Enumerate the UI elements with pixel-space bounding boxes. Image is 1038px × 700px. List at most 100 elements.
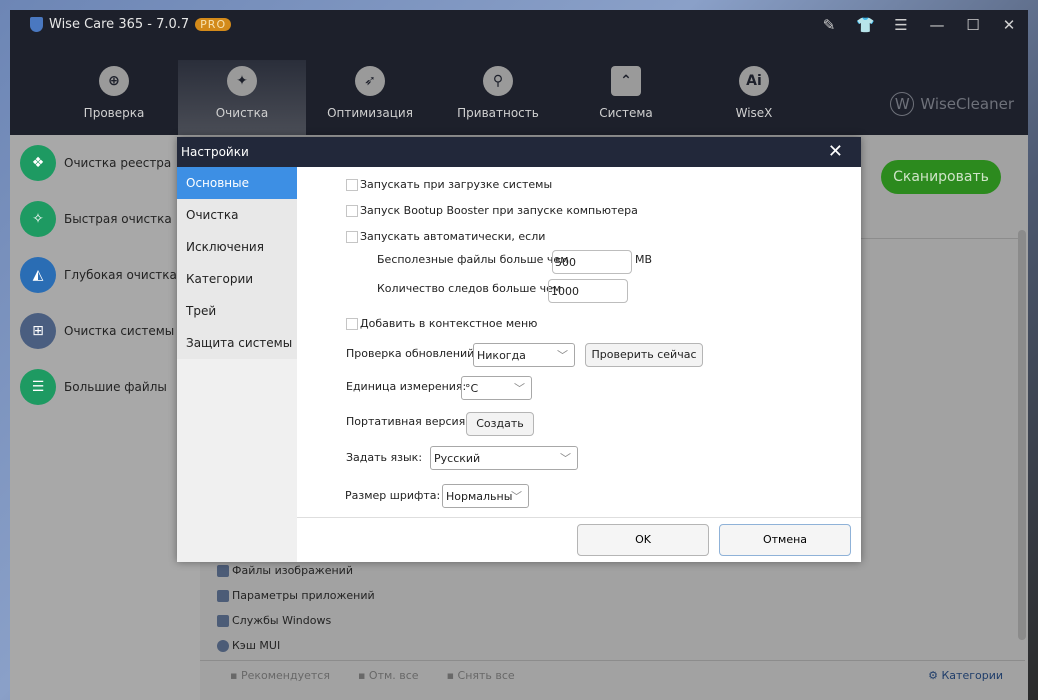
settings-tab-exclusions[interactable]: Исключения <box>177 231 297 263</box>
sidebar-item-deep[interactable]: ◭ Глубокая очистка <box>10 247 200 303</box>
list-item[interactable]: Параметры приложений <box>217 583 375 608</box>
category-list: Файлы изображений Параметры приложений С… <box>217 558 375 658</box>
app-title-text: Wise Care 365 - 7.0.7 <box>49 17 190 32</box>
settings-nav: Основные Очистка Исключения Категории Тр… <box>177 167 297 562</box>
settings-content: Запускать при загрузке системы Запуск Bo… <box>297 167 861 517</box>
gear-icon: ⚙ <box>928 669 938 682</box>
close-icon[interactable]: ✕ <box>828 137 843 167</box>
checkbox-label: Добавить в контекстное меню <box>360 317 538 330</box>
traces-threshold-label: Количество следов больше чем <box>377 282 562 295</box>
categories-link[interactable]: ⚙ Категории <box>928 669 1003 682</box>
menu-icon[interactable]: ☰ <box>892 16 910 34</box>
deselect-all-link[interactable]: ▪ Снять все <box>447 669 515 682</box>
app-title: Wise Care 365 - 7.0.7 PRO <box>30 17 232 32</box>
bottom-bar: ▪ Рекомендуется ▪ Отм. все ▪ Снять все ⚙… <box>200 660 1025 690</box>
sidebar-label: Быстрая очистка <box>64 212 172 226</box>
sidebar-item-system[interactable]: ⊞ Очистка системы <box>10 303 200 359</box>
chevron-down-icon: ﹀ <box>560 452 571 465</box>
windows-icon: ⊞ <box>20 313 56 349</box>
close-icon[interactable]: ✕ <box>1000 16 1018 34</box>
brand-mark: W <box>890 92 915 116</box>
list-item[interactable]: Службы Windows <box>217 608 375 633</box>
sidebar-item-quick[interactable]: ✧ Быстрая очистка <box>10 191 200 247</box>
wisecleaner-logo[interactable]: W WiseCleaner <box>890 92 1014 116</box>
tab-privacy[interactable]: ⚲ Приватность <box>434 60 562 135</box>
vacuum-icon: ◭ <box>20 257 56 293</box>
select-value: Русский <box>434 452 481 465</box>
target-icon: ⊕ <box>99 66 129 96</box>
settings-dialog: Настройки ✕ Основные Очистка Исключения … <box>177 137 861 562</box>
list-item[interactable]: Кэш MUI <box>217 633 375 658</box>
traces-threshold-input[interactable]: 1000 <box>548 279 628 303</box>
windows-icon <box>217 614 229 627</box>
feedback-icon[interactable]: ✎ <box>820 16 838 34</box>
broom-icon: ✦ <box>227 66 257 96</box>
unit-label: Единица измерения: <box>346 380 467 393</box>
recommended-label: Рекомендуется <box>240 669 330 682</box>
tab-label: Приватность <box>457 106 539 120</box>
list-item-label: Файлы изображений <box>232 564 353 577</box>
dialog-titlebar: Настройки ✕ <box>177 137 861 167</box>
update-frequency-select[interactable]: Никогда ﹀ <box>473 343 575 367</box>
cancel-button[interactable]: Отмена <box>719 524 851 556</box>
portable-label: Портативная версия <box>346 415 466 428</box>
app-settings-icon <box>217 589 229 602</box>
dialog-title: Настройки <box>181 145 249 159</box>
minimize-icon[interactable]: — <box>928 16 946 34</box>
sidebar-label: Очистка системы <box>64 324 175 338</box>
app-logo-icon <box>30 17 43 32</box>
pro-badge: PRO <box>195 18 232 31</box>
sidebar-label: Очистка реестра <box>64 156 172 170</box>
bootup-booster-checkbox[interactable]: Запуск Bootup Booster при запуске компью… <box>346 204 638 217</box>
tab-clean[interactable]: ✦ Очистка <box>178 60 306 135</box>
tab-optimize[interactable]: ➶ Оптимизация <box>306 60 434 135</box>
rocket-icon: ➶ <box>355 66 385 96</box>
checkbox-box <box>346 178 358 191</box>
checkbox-box <box>346 230 358 243</box>
list-item-label: Службы Windows <box>232 614 332 627</box>
auto-run-checkbox[interactable]: Запускать автоматически, если <box>346 230 545 243</box>
cache-icon <box>217 639 229 652</box>
categories-label: Категории <box>941 669 1003 682</box>
header: Wise Care 365 - 7.0.7 PRO ✎ 👕 ☰ — ☐ ✕ ⊕ П… <box>10 10 1028 135</box>
junk-unit-label: MB <box>635 253 653 266</box>
junk-threshold-label: Бесполезные файлы больше чем <box>377 253 569 266</box>
autostart-checkbox[interactable]: Запускать при загрузке системы <box>346 178 552 191</box>
select-value: Нормальны <box>446 490 513 503</box>
file-list-icon: ☰ <box>20 369 56 405</box>
recommended-link[interactable]: ▪ Рекомендуется <box>230 669 330 682</box>
settings-tab-categories[interactable]: Категории <box>177 263 297 295</box>
font-size-select[interactable]: Нормальны ﹀ <box>442 484 529 508</box>
unit-select[interactable]: °C ﹀ <box>461 376 532 400</box>
context-menu-checkbox[interactable]: Добавить в контекстное меню <box>346 317 537 330</box>
tab-label: Проверка <box>83 106 145 120</box>
scrollbar[interactable] <box>1018 230 1026 640</box>
tab-label: Система <box>599 106 653 120</box>
language-select[interactable]: Русский ﹀ <box>430 446 578 470</box>
sidebar-label: Глубокая очистка <box>64 268 177 282</box>
settings-tab-tray[interactable]: Трей <box>177 295 297 327</box>
select-all-link[interactable]: ▪ Отм. все <box>358 669 419 682</box>
skin-icon[interactable]: 👕 <box>856 16 875 34</box>
junk-threshold-input[interactable]: 500 <box>552 250 632 274</box>
image-files-icon <box>217 564 229 577</box>
settings-tab-general[interactable]: Основные <box>177 167 297 199</box>
font-size-label: Размер шрифта: <box>345 489 441 502</box>
sidebar-item-registry[interactable]: ❖ Очистка реестра <box>10 135 200 191</box>
check-now-button[interactable]: Проверить сейчас <box>585 343 703 367</box>
chevron-down-icon: ﹀ <box>511 490 522 503</box>
ok-button[interactable]: OK <box>577 524 709 556</box>
tab-wisex[interactable]: Ai WiseX <box>690 60 818 135</box>
maximize-icon[interactable]: ☐ <box>964 16 982 34</box>
tab-check[interactable]: ⊕ Проверка <box>50 60 178 135</box>
scan-button[interactable]: Сканировать <box>881 160 1001 194</box>
tab-system[interactable]: ⌃ Система <box>562 60 690 135</box>
checkbox-label: Запускать автоматически, если <box>360 230 546 243</box>
settings-tab-protection[interactable]: Защита системы <box>177 327 297 359</box>
registry-icon: ❖ <box>20 145 56 181</box>
create-portable-button[interactable]: Создать <box>466 412 534 436</box>
select-all-label: Отм. все <box>368 669 419 682</box>
sidebar-item-big-files[interactable]: ☰ Большие файлы <box>10 359 200 415</box>
settings-tab-cleaning[interactable]: Очистка <box>177 199 297 231</box>
deselect-all-label: Снять все <box>457 669 515 682</box>
